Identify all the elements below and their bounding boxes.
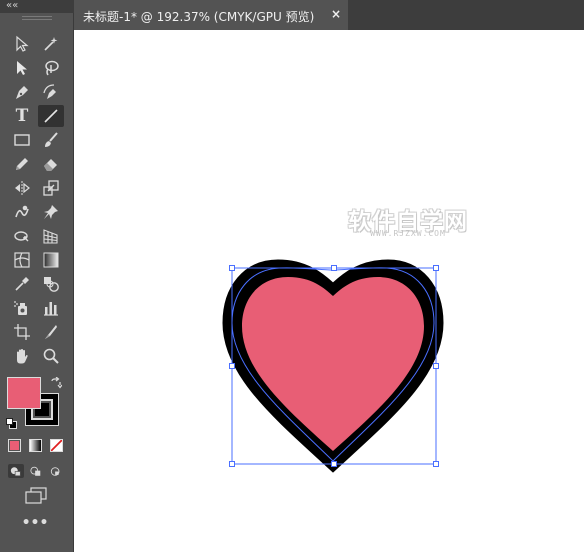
color-mode-swatch [10,441,19,450]
artboard-icon [14,324,30,340]
zoom-tool[interactable] [38,345,64,367]
bbox-handle-middle-right[interactable] [433,363,439,369]
illustrator-window: «« T ••• 未标题-1* @ 192.37% (CMYK/GPU 预览) … [0,0,584,552]
mesh-icon [14,252,30,268]
tools-panel: «« T ••• [0,0,74,552]
free-transform-icon [14,231,29,242]
pen-nib-icon [16,86,28,99]
paintbrush-tool[interactable] [38,129,64,151]
draw-behind-icon [30,466,41,476]
blend-icon [44,277,59,292]
document-tab-bar: 未标题-1* @ 192.37% (CMYK/GPU 预览) × [74,0,584,30]
swap-fill-stroke-icon[interactable] [50,377,62,389]
draw-normal-button[interactable] [8,464,24,478]
type-t-icon: T [15,106,29,126]
none-slash-icon [51,440,62,451]
pen-tool[interactable] [9,81,35,103]
gradient-mode-button[interactable] [29,439,42,452]
magic-wand-icon [44,37,58,51]
line-segment-icon [44,109,58,123]
lasso-tool[interactable] [38,57,64,79]
bbox-handle-bottom-center[interactable] [331,461,337,467]
bbox-handle-middle-left[interactable] [229,363,235,369]
document-tab-title: 未标题-1* @ 192.37% (CMYK/GPU 预览) [83,10,315,24]
bbox-handle-top-left[interactable] [229,265,235,271]
draw-inside-button[interactable] [48,464,64,478]
pushpin-icon [44,205,58,219]
perspective-grid-tool[interactable] [38,225,64,247]
collapse-panel-icon[interactable]: «« [6,0,18,12]
slice-tool[interactable] [38,321,64,343]
scale-tool[interactable] [38,177,64,199]
gradient-icon [43,252,59,268]
reflect-icon [15,181,30,195]
warp-tool[interactable] [9,201,35,223]
puppet-warp-tool[interactable] [38,201,64,223]
hand-icon [17,349,28,364]
slice-knife-icon [45,325,57,339]
magic-wand-tool[interactable] [38,33,64,55]
paintbrush-icon [45,132,58,147]
fill-color-swatch[interactable] [7,377,41,409]
eraser-icon [44,159,57,171]
line-segment-tool[interactable] [38,105,64,127]
perspective-grid-icon [43,229,58,244]
lasso-icon [45,60,59,76]
hand-tool[interactable] [9,345,35,367]
column-graph-icon [44,302,58,316]
document-tab[interactable]: 未标题-1* @ 192.37% (CMYK/GPU 预览) × [74,0,348,30]
shaper-pencil-icon [16,158,28,170]
eyedropper-tool[interactable] [9,273,35,295]
column-graph-tool[interactable] [38,297,64,319]
mesh-tool[interactable] [9,249,35,271]
curvature-pen-icon [43,84,56,99]
default-fill-stroke-icon[interactable] [6,418,17,429]
edit-toolbar-button[interactable]: ••• [20,516,50,530]
type-tool[interactable]: T [9,105,35,127]
reflect-tool[interactable] [9,177,35,199]
selection-arrow-icon [16,35,29,52]
gradient-tool[interactable] [38,249,64,271]
blend-tool[interactable] [38,273,64,295]
tools-panel-header: «« [0,0,74,13]
draw-behind-button[interactable] [28,464,44,478]
rectangle-tool[interactable] [9,129,35,151]
bbox-handle-bottom-left[interactable] [229,461,235,467]
bbox-handle-bottom-right[interactable] [433,461,439,467]
artwork [222,259,444,473]
color-mode-button[interactable] [8,439,21,452]
draw-normal-icon [10,466,21,476]
rectangle-icon [14,134,30,146]
eraser-tool[interactable] [38,153,64,175]
close-tab-icon[interactable]: × [331,7,341,21]
symbol-sprayer-icon [14,301,27,315]
curvature-tool[interactable] [38,81,64,103]
panel-grip[interactable] [22,16,52,20]
free-transform-tool[interactable] [9,225,35,247]
artboard-canvas[interactable]: 软件自学网 WWW.RJZXW.COM [74,30,584,552]
heart-shape[interactable] [242,277,424,451]
draw-inside-icon [50,466,60,476]
none-mode-button[interactable] [50,439,63,452]
direct-selection-arrow-icon [17,61,27,75]
bbox-handle-top-right[interactable] [433,265,439,271]
artboard-tool[interactable] [9,321,35,343]
magnifier-icon [43,348,59,364]
symbol-sprayer-tool[interactable] [9,297,35,319]
selection-tool[interactable] [9,33,35,55]
bbox-handle-top-center[interactable] [331,265,337,271]
direct-selection-tool[interactable] [9,57,35,79]
eyedropper-icon [15,277,29,291]
warp-icon [15,205,29,218]
scale-icon [43,180,59,196]
shaper-tool[interactable] [9,153,35,175]
screen-mode-icon[interactable] [24,487,48,505]
